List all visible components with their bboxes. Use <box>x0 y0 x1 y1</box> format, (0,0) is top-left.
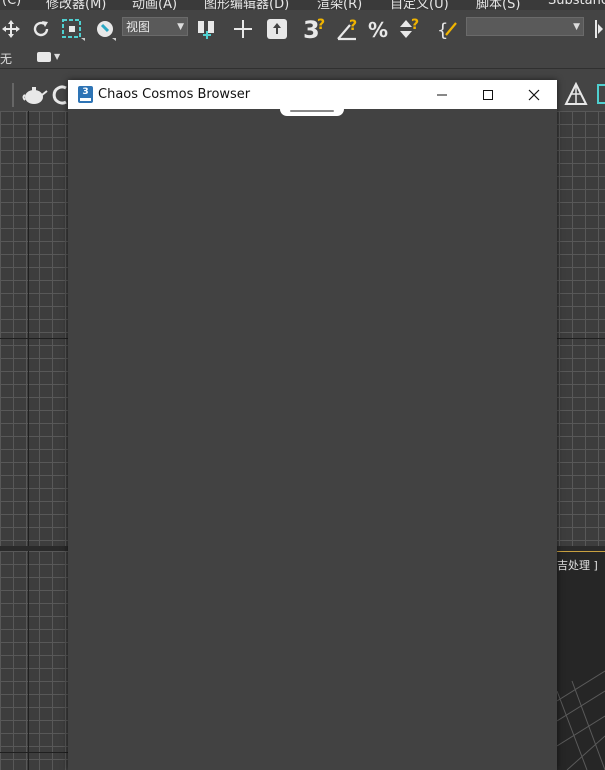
window-title: Chaos Cosmos Browser <box>98 87 251 102</box>
reference-coordinate-dropdown[interactable]: 视图 ▼ <box>122 17 188 36</box>
chevron-down-icon[interactable]: ▼ <box>54 52 60 61</box>
svg-text:%: % <box>368 18 388 41</box>
mirror-icon[interactable] <box>592 14 605 44</box>
close-button[interactable] <box>511 80 557 109</box>
svg-text:?: ? <box>349 18 357 34</box>
app-icon: 3 <box>78 86 93 103</box>
select-region-icon[interactable] <box>59 14 87 44</box>
close-icon <box>528 89 540 100</box>
menu-item-scripting[interactable]: 脚本(S) <box>476 0 520 10</box>
selection-lock-icon[interactable] <box>264 14 290 44</box>
viewport-perspective[interactable] <box>557 551 605 770</box>
axis-line-vertical <box>28 111 29 548</box>
named-selection-dropdown[interactable]: ▼ <box>466 17 584 36</box>
chevron-down-icon: ▼ <box>573 22 580 32</box>
light-icon[interactable] <box>562 79 590 109</box>
axis-constraint-icon[interactable] <box>230 14 256 44</box>
maximize-icon <box>483 89 493 100</box>
cosmos-browser-window: 3 Chaos Cosmos Browser <box>68 80 557 770</box>
main-toolbar: 视图 ▼ 3? ? % ? { ▼ <box>0 10 605 49</box>
menu-item-0[interactable]: (C) <box>2 0 21 8</box>
layer-label: 无 <box>0 52 13 66</box>
menu-bar: (C) 修改器(M) 动画(A) 图形编辑器(D) 渲染(R) 自定义(U) 脚… <box>0 0 605 10</box>
select-object-icon[interactable] <box>91 14 119 44</box>
percent-snap-icon[interactable]: % <box>366 14 392 44</box>
spinner-snap-icon[interactable]: ? <box>396 14 424 44</box>
menu-item-animation[interactable]: 动画(A) <box>132 0 177 10</box>
menu-item-customize[interactable]: 自定义(U) <box>390 0 449 10</box>
viewport-active-border <box>557 551 605 552</box>
axis-line-horizontal-bottom <box>0 752 68 753</box>
ribbon-divider <box>12 83 14 107</box>
minimize-icon <box>437 94 447 95</box>
menu-item-rendering[interactable]: 渲染(R) <box>317 0 362 10</box>
axis-line-vertical-bottom <box>28 551 29 770</box>
svg-text:?: ? <box>411 17 419 33</box>
angle-snap-icon[interactable]: ? <box>334 14 362 44</box>
svg-text:?: ? <box>317 17 325 33</box>
camera-icon[interactable] <box>597 79 605 109</box>
menu-item-substance[interactable]: Substance <box>548 0 605 8</box>
svg-text:{: { <box>437 20 448 41</box>
move-icon[interactable] <box>0 14 22 44</box>
menu-item-modifiers[interactable]: 修改器(M) <box>46 0 106 10</box>
browser-content-area <box>68 109 557 770</box>
teapot-icon[interactable] <box>20 79 50 109</box>
minimize-button[interactable] <box>419 80 465 109</box>
viewport-label[interactable]: 吉处理 ] <box>557 557 598 573</box>
render-icon[interactable] <box>52 79 68 109</box>
reference-coordinate-value: 视图 <box>126 20 151 34</box>
menu-item-graph-editors[interactable]: 图形编辑器(D) <box>204 0 289 10</box>
pivot-icon[interactable] <box>194 14 220 44</box>
window-titlebar[interactable]: 3 Chaos Cosmos Browser <box>68 80 557 109</box>
snap-3-icon[interactable]: 3? <box>301 14 331 44</box>
layer-toggle-icon[interactable] <box>37 52 51 62</box>
app-icon-text: 3 <box>82 87 89 97</box>
edit-named-selection-icon[interactable]: { <box>436 14 462 44</box>
secondary-toolbar: 无 ▼ <box>0 48 605 69</box>
chevron-down-icon: ▼ <box>177 22 184 32</box>
maximize-button[interactable] <box>465 80 511 109</box>
rotate-icon[interactable] <box>28 14 54 44</box>
